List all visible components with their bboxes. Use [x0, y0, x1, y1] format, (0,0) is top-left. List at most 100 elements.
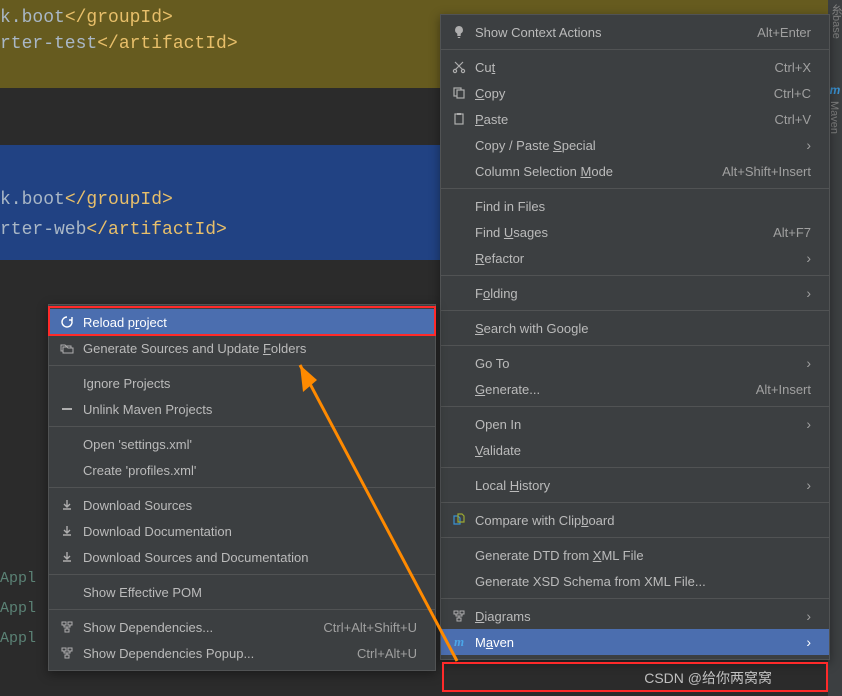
menu-shortcut: Alt+Enter [757, 25, 811, 40]
menu-generate-sources[interactable]: Generate Sources and Update Folders [49, 335, 435, 361]
code-line: k.boot</groupId> [0, 8, 173, 28]
menu-separator [49, 574, 435, 575]
menu-download-both[interactable]: Download Sources and Documentation [49, 544, 435, 570]
menu-copy[interactable]: Copy Ctrl+C [441, 80, 829, 106]
menu-search-google[interactable]: Search with Google [441, 315, 829, 341]
menu-shortcut: Alt+Insert [756, 382, 811, 397]
menu-validate[interactable]: Validate [441, 437, 829, 463]
code-plain: k.boot [0, 8, 65, 28]
chevron-right-icon: › [806, 285, 811, 301]
cut-icon [449, 59, 469, 75]
menu-item-label: Ignore Projects [83, 376, 417, 391]
menu-item-label: Compare with Clipboard [475, 513, 811, 528]
paste-icon [449, 111, 469, 127]
menu-item-label: Diagrams [475, 609, 790, 624]
menu-cut[interactable]: Cut Ctrl+X [441, 54, 829, 80]
menu-item-label: Column Selection Mode [475, 164, 702, 179]
context-menu-maven: Reload project Generate Sources and Upda… [48, 304, 436, 671]
menu-shortcut: Ctrl+X [775, 60, 811, 75]
menu-separator [441, 345, 829, 346]
menu-shortcut: Ctrl+C [774, 86, 811, 101]
menu-separator [441, 310, 829, 311]
menu-item-label: Go To [475, 356, 790, 371]
blank-icon [57, 462, 77, 478]
menu-download-docs[interactable]: Download Documentation [49, 518, 435, 544]
menu-local-history[interactable]: Local History › [441, 472, 829, 498]
menu-refactor[interactable]: Refactor › [441, 245, 829, 271]
context-menu-main: Show Context Actions Alt+Enter Cut Ctrl+… [440, 14, 830, 660]
menu-item-label: Generate Sources and Update Folders [83, 341, 417, 356]
menu-show-context-actions[interactable]: Show Context Actions Alt+Enter [441, 19, 829, 45]
menu-item-label: Generate... [475, 382, 736, 397]
menu-show-dependencies[interactable]: Show Dependencies... Ctrl+Alt+Shift+U [49, 614, 435, 640]
menu-shortcut: Alt+F7 [773, 225, 811, 240]
menu-separator [49, 609, 435, 610]
chevron-right-icon: › [806, 355, 811, 371]
menu-separator [49, 365, 435, 366]
menu-column-selection[interactable]: Column Selection Mode Alt+Shift+Insert [441, 158, 829, 184]
menu-item-label: Generate DTD from XML File [475, 548, 811, 563]
code-line: k.boot</groupId> [0, 190, 173, 210]
menu-generate-dtd[interactable]: Generate DTD from XML File [441, 542, 829, 568]
chevron-right-icon: › [806, 250, 811, 266]
blank-icon [449, 163, 469, 179]
gutter-text: Appl [0, 630, 36, 647]
menu-paste[interactable]: Paste Ctrl+V [441, 106, 829, 132]
menu-item-label: Show Dependencies Popup... [83, 646, 337, 661]
menu-create-profiles-xml[interactable]: Create 'profiles.xml' [49, 457, 435, 483]
menu-unlink-maven[interactable]: Unlink Maven Projects [49, 396, 435, 422]
menu-shortcut: Ctrl+V [775, 112, 811, 127]
menu-item-label: Download Sources and Documentation [83, 550, 417, 565]
chevron-right-icon: › [806, 137, 811, 153]
menu-separator [441, 598, 829, 599]
menu-generate[interactable]: Generate... Alt+Insert [441, 376, 829, 402]
folders-icon [57, 340, 77, 356]
menu-reload-project[interactable]: Reload project [49, 309, 435, 335]
menu-ignore-projects[interactable]: Ignore Projects [49, 370, 435, 396]
menu-find-in-files[interactable]: Find in Files [441, 193, 829, 219]
menu-copy-paste-special[interactable]: Copy / Paste Special › [441, 132, 829, 158]
menu-item-label: Cut [475, 60, 755, 75]
blank-icon [449, 285, 469, 301]
menu-separator [441, 188, 829, 189]
menu-open-settings-xml[interactable]: Open 'settings.xml' [49, 431, 435, 457]
menu-maven[interactable]: m Maven › [441, 629, 829, 655]
menu-folding[interactable]: Folding › [441, 280, 829, 306]
menu-item-label: Create 'profiles.xml' [83, 463, 417, 478]
menu-go-to[interactable]: Go To › [441, 350, 829, 376]
tool-window-label[interactable]: 糸base [828, 0, 842, 39]
chevron-right-icon: › [806, 416, 811, 432]
menu-show-effective-pom[interactable]: Show Effective POM [49, 579, 435, 605]
menu-item-label: Unlink Maven Projects [83, 402, 417, 417]
menu-compare-clipboard[interactable]: Compare with Clipboard [441, 507, 829, 533]
menu-separator [441, 537, 829, 538]
download-icon [57, 523, 77, 539]
menu-item-label: Reload project [83, 315, 417, 330]
menu-item-label: Maven [475, 635, 790, 650]
menu-separator [441, 467, 829, 468]
diagram-icon [449, 608, 469, 624]
menu-item-label: Open In [475, 417, 790, 432]
blank-icon [449, 320, 469, 336]
blank-icon [449, 355, 469, 371]
blank-icon [449, 137, 469, 153]
menu-item-label: Find Usages [475, 225, 753, 240]
menu-item-label: Open 'settings.xml' [83, 437, 417, 452]
menu-download-sources[interactable]: Download Sources [49, 492, 435, 518]
menu-separator [49, 487, 435, 488]
menu-open-in[interactable]: Open In › [441, 411, 829, 437]
code-plain: k.boot [0, 190, 65, 210]
right-tool-strip[interactable]: 糸base m Maven [828, 0, 842, 696]
diagram-icon [57, 645, 77, 661]
menu-item-label: Refactor [475, 251, 790, 266]
code-line: rter-web</artifactId> [0, 220, 227, 240]
menu-generate-xsd[interactable]: Generate XSD Schema from XML File... [441, 568, 829, 594]
menu-diagrams[interactable]: Diagrams › [441, 603, 829, 629]
menu-shortcut: Ctrl+Alt+U [357, 646, 417, 661]
menu-find-usages[interactable]: Find Usages Alt+F7 [441, 219, 829, 245]
blank-icon [449, 250, 469, 266]
maven-icon: m [449, 634, 469, 650]
menu-show-dependencies-popup[interactable]: Show Dependencies Popup... Ctrl+Alt+U [49, 640, 435, 666]
download-icon [57, 549, 77, 565]
menu-item-label: Find in Files [475, 199, 811, 214]
